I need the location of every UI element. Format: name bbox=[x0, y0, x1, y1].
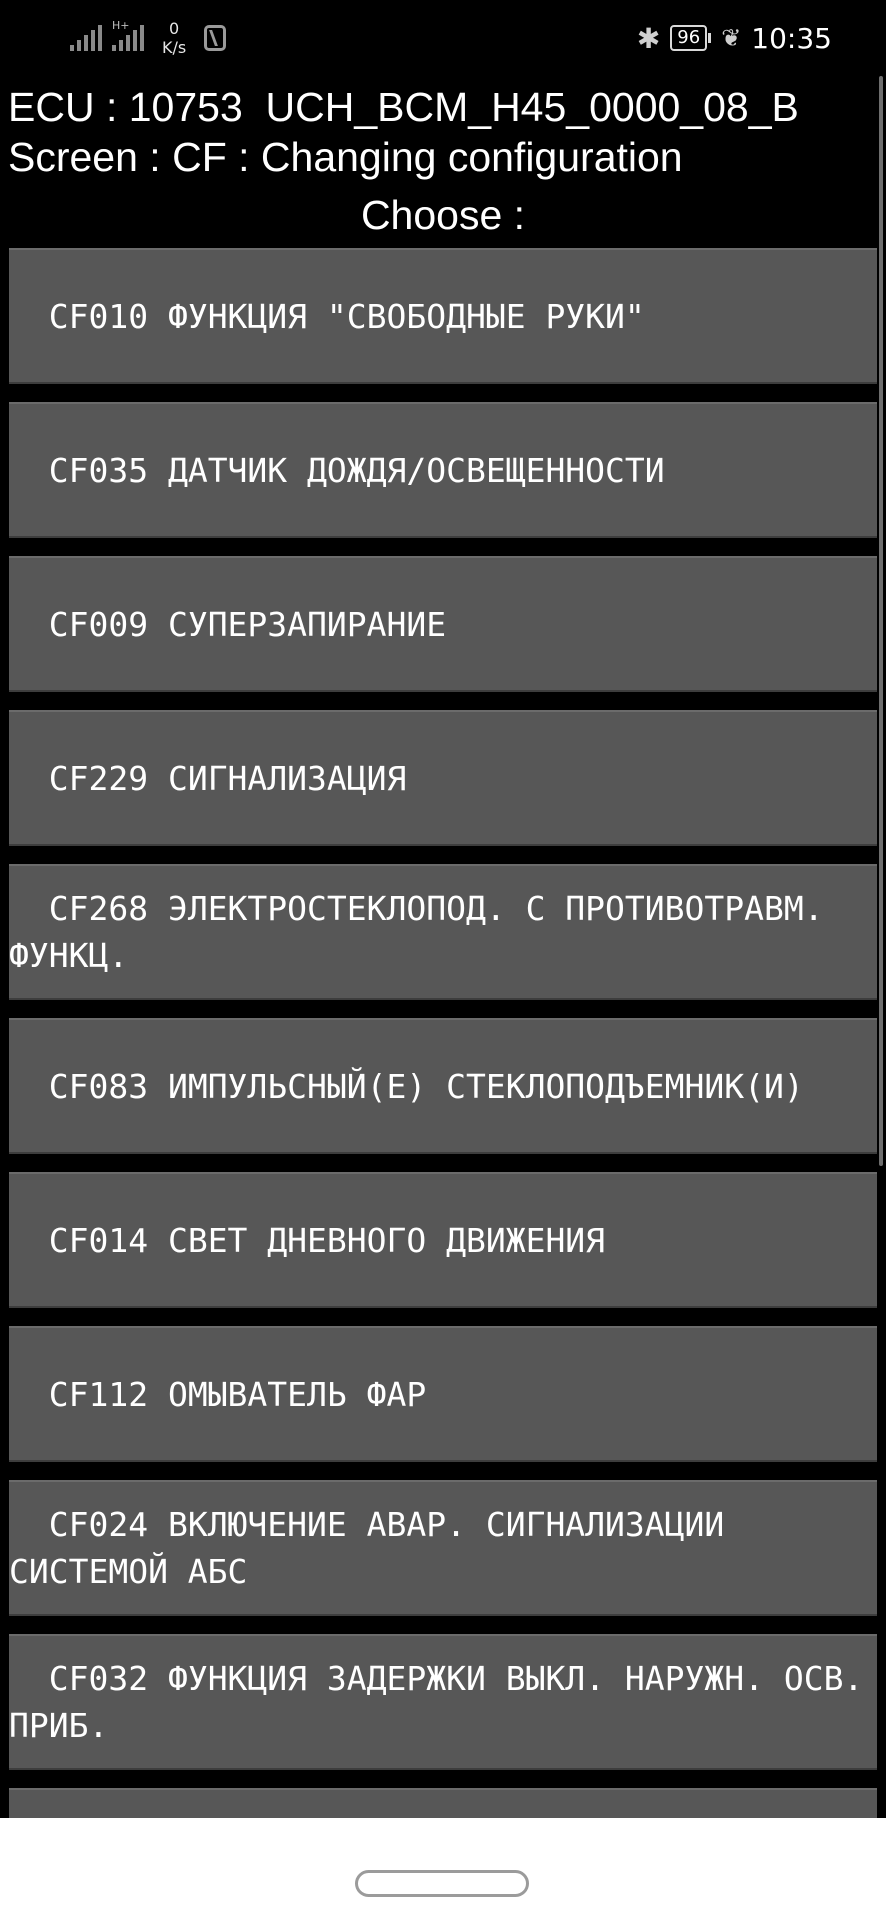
config-item-cf083[interactable]: CF083 ИМПУЛЬСНЫЙ(Е) СТЕКЛОПОДЪЕМНИК(И) bbox=[9, 1018, 877, 1154]
config-item-label: CF024 ВКЛЮЧЕНИЕ АВАР. СИГНАЛИЗАЦИИ СИСТЕ… bbox=[9, 1505, 745, 1591]
home-gesture-handle[interactable] bbox=[355, 1870, 529, 1897]
config-item-label: CF083 ИМПУЛЬСНЫЙ(Е) СТЕКЛОПОДЪЕМНИК(И) bbox=[9, 1066, 804, 1106]
config-item-cf112[interactable]: CF112 ОМЫВАТЕЛЬ ФАР bbox=[9, 1326, 877, 1462]
config-item-label: CF032 ФУНКЦИЯ ЗАДЕРЖКИ ВЫКЛ. НАРУЖН. ОСВ… bbox=[9, 1659, 884, 1745]
configuration-list: CF010 ФУНКЦИЯ "СВОБОДНЫЕ РУКИ" CF035 ДАТ… bbox=[9, 248, 877, 1828]
network-speed: 0 K/s bbox=[162, 19, 186, 57]
battery-level: 96 bbox=[670, 25, 708, 51]
status-left-group: H+ 0 K/s bbox=[70, 14, 227, 62]
leaf-icon: ❦ bbox=[721, 24, 742, 52]
nfc-icon bbox=[204, 25, 227, 51]
config-item-label: CF009 СУПЕРЗАПИРАНИЕ bbox=[9, 604, 447, 644]
config-item-cf035[interactable]: CF035 ДАТЧИК ДОЖДЯ/ОСВЕЩЕННОСТИ bbox=[9, 402, 877, 538]
battery-cap bbox=[708, 33, 712, 43]
config-item-cf268[interactable]: CF268 ЭЛЕКТРОСТЕКЛОПОД. С ПРОТИВОТРАВМ. … bbox=[9, 864, 877, 1000]
config-item-label: CF229 СИГНАЛИЗАЦИЯ bbox=[9, 758, 407, 798]
config-item-cf014[interactable]: CF014 СВЕТ ДНЕВНОГО ДВИЖЕНИЯ bbox=[9, 1172, 877, 1308]
config-item-label: CF014 СВЕТ ДНЕВНОГО ДВИЖЕНИЯ bbox=[9, 1220, 606, 1260]
status-clock: 10:35 bbox=[751, 21, 832, 55]
navigation-bar bbox=[0, 1818, 886, 1920]
status-right-group: ✱ 96 ❦ 10:35 bbox=[637, 16, 832, 60]
config-item-label: CF268 ЭЛЕКТРОСТЕКЛОПОД. С ПРОТИВОТРАВМ. … bbox=[9, 889, 844, 975]
config-item-label: CF112 ОМЫВАТЕЛЬ ФАР bbox=[9, 1374, 427, 1414]
config-item-cf229[interactable]: CF229 СИГНАЛИЗАЦИЯ bbox=[9, 710, 877, 846]
ecu-title: ECU : 10753 UCH_BCM_H45_0000_08_B bbox=[8, 84, 799, 130]
config-item-cf024[interactable]: CF024 ВКЛЮЧЕНИЕ АВАР. СИГНАЛИЗАЦИИ СИСТЕ… bbox=[9, 1480, 877, 1616]
config-item-label: CF010 ФУНКЦИЯ "СВОБОДНЫЕ РУКИ" bbox=[9, 296, 645, 336]
config-item-cf032[interactable]: CF032 ФУНКЦИЯ ЗАДЕРЖКИ ВЫКЛ. НАРУЖН. ОСВ… bbox=[9, 1634, 877, 1770]
network-type-label: H+ bbox=[112, 19, 130, 32]
choose-prompt: Choose : bbox=[360, 192, 526, 238]
screen-title: Screen : CF : Changing configuration bbox=[8, 134, 683, 180]
network-speed-value: 0 bbox=[169, 19, 180, 38]
config-item-label: CF035 ДАТЧИК ДОЖДЯ/ОСВЕЩЕННОСТИ bbox=[9, 450, 665, 490]
signal-strength-icon bbox=[70, 25, 102, 51]
status-bar: H+ 0 K/s ✱ 96 ❦ 10:35 bbox=[0, 0, 886, 76]
scrollbar[interactable] bbox=[879, 76, 883, 1166]
config-item-cf009[interactable]: CF009 СУПЕРЗАПИРАНИЕ bbox=[9, 556, 877, 692]
config-item-cf010[interactable]: CF010 ФУНКЦИЯ "СВОБОДНЫЕ РУКИ" bbox=[9, 248, 877, 384]
battery-icon: 96 bbox=[670, 25, 712, 51]
bluetooth-icon: ✱ bbox=[636, 21, 661, 55]
network-speed-unit: K/s bbox=[162, 38, 187, 57]
signal-strength-icon-2: H+ bbox=[112, 19, 144, 51]
